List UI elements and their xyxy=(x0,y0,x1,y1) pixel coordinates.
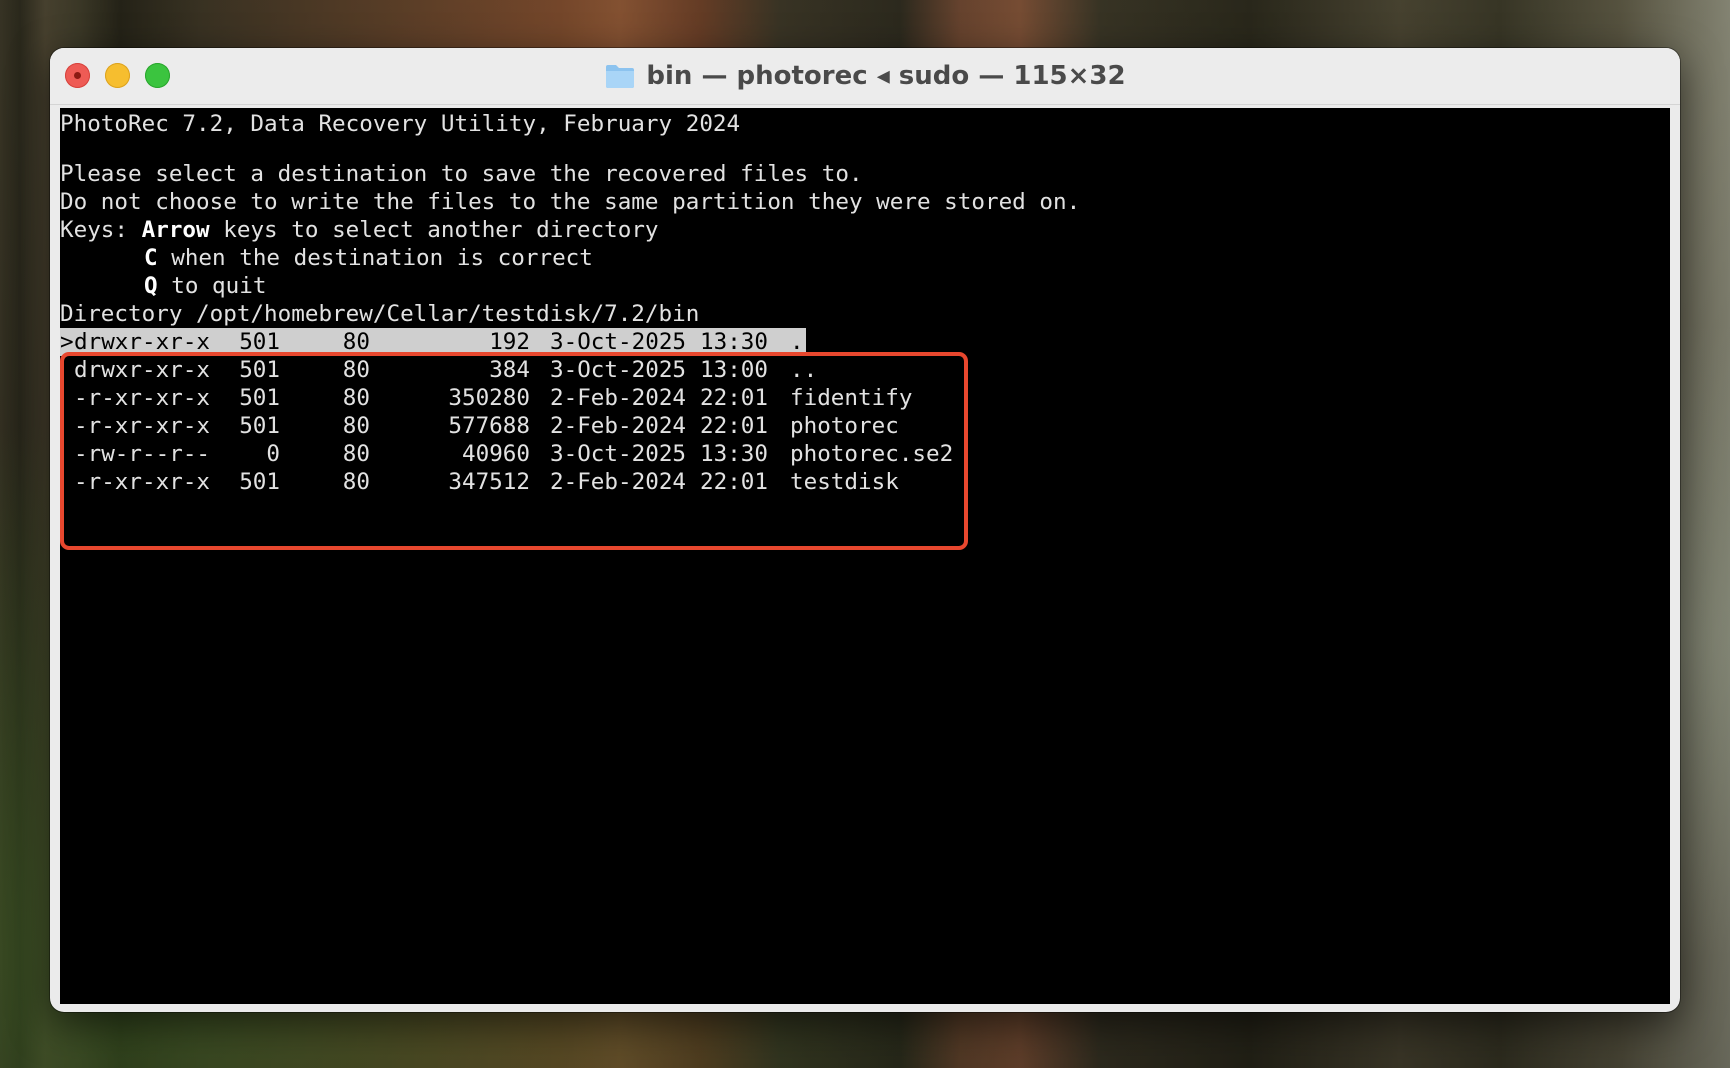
app-header: PhotoRec 7.2, Data Recovery Utility, Feb… xyxy=(60,111,741,137)
keys-line-q: Q to quit xyxy=(144,272,266,300)
key-c-desc: when the destination is correct xyxy=(157,245,593,271)
instruction-line-2: Do not choose to write the files to the … xyxy=(60,189,1081,215)
key-c: C xyxy=(144,245,158,271)
directory-path: Directory /opt/homebrew/Cellar/testdisk/… xyxy=(60,301,700,327)
terminal-window: bin — photorec ◂ sudo — 115×32 PhotoRec … xyxy=(50,48,1680,1012)
key-q: Q xyxy=(144,273,158,299)
instruction-line-1: Please select a destination to save the … xyxy=(60,161,863,187)
folder-icon xyxy=(606,65,635,88)
window-title: bin — photorec ◂ sudo — 115×32 xyxy=(646,61,1126,91)
key-arrow: Arrow xyxy=(141,217,210,243)
title-bar[interactable]: bin — photorec ◂ sudo — 115×32 xyxy=(50,48,1680,105)
key-arrow-desc: keys to select another directory xyxy=(209,217,659,243)
annotation-highlight-box xyxy=(60,352,968,550)
keys-line-c: C when the destination is correct xyxy=(144,244,593,272)
keys-line-arrow: Keys: Arrow keys to select another direc… xyxy=(60,216,659,244)
keys-prefix: Keys: xyxy=(60,217,142,243)
terminal-content[interactable]: PhotoRec 7.2, Data Recovery Utility, Feb… xyxy=(60,108,1670,1004)
window-title-group: bin — photorec ◂ sudo — 115×32 xyxy=(50,48,1680,104)
key-q-desc: to quit xyxy=(157,273,267,299)
